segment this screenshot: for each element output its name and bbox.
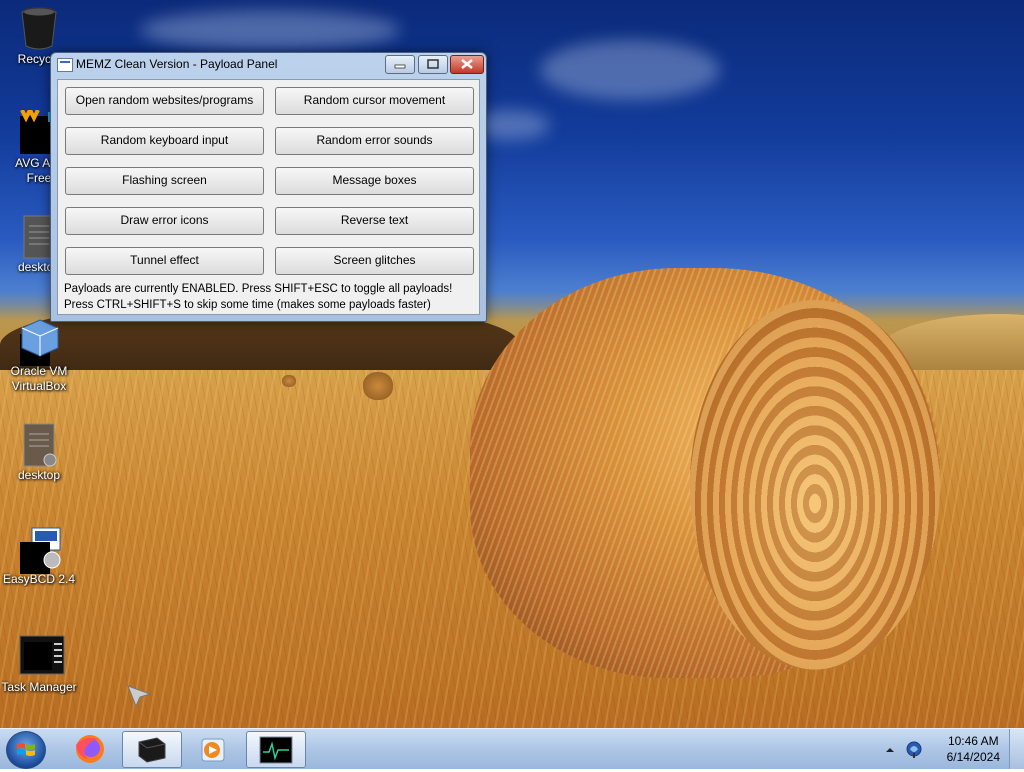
desktop-icon-label: VirtualBox xyxy=(11,379,67,393)
minimize-icon xyxy=(394,64,406,69)
system-tray: 10:46 AM 6/14/2024 xyxy=(884,729,1024,769)
app-icon xyxy=(57,58,73,72)
flashing-screen-button[interactable]: Flashing screen xyxy=(65,167,264,195)
close-icon xyxy=(461,59,473,69)
payload-panel-window[interactable]: MEMZ Clean Version - Payload Panel Open … xyxy=(50,52,487,322)
taskbar-firefox[interactable] xyxy=(64,731,116,766)
taskbar-media-player[interactable] xyxy=(186,731,238,766)
desktop-icon-label: desktop xyxy=(17,468,61,482)
desktop-icon-label: Task Manager xyxy=(1,680,77,694)
hay-bale-face xyxy=(690,300,940,670)
maximize-button[interactable] xyxy=(418,55,448,74)
random-keyboard-input-button[interactable]: Random keyboard input xyxy=(65,127,264,155)
media-player-icon xyxy=(201,738,225,762)
network-status[interactable] xyxy=(904,739,924,764)
windows-logo-icon xyxy=(17,743,35,756)
desktop-icon-easybcd[interactable]: EasyBCD 2.4 xyxy=(0,526,78,587)
window-title: MEMZ Clean Version - Payload Panel xyxy=(76,57,278,71)
taskbar-task-manager[interactable] xyxy=(246,731,306,768)
clock-time: 10:46 AM xyxy=(947,734,999,748)
chevron-up-icon xyxy=(886,748,894,752)
memz-icon xyxy=(138,737,166,763)
minimize-button[interactable] xyxy=(385,55,415,74)
reverse-text-button[interactable]: Reverse text xyxy=(275,207,474,235)
status-text-line-2: Press CTRL+SHIFT+S to skip some time (ma… xyxy=(64,299,431,311)
clock-date: 6/14/2024 xyxy=(946,750,1000,764)
message-boxes-button[interactable]: Message boxes xyxy=(275,167,474,195)
easybcd-icon xyxy=(18,526,61,574)
close-button[interactable] xyxy=(450,55,484,74)
recycle-bin-icon xyxy=(18,6,60,50)
random-cursor-movement-button[interactable]: Random cursor movement xyxy=(275,87,474,115)
draw-error-icons-button[interactable]: Draw error icons xyxy=(65,207,264,235)
desktop-icon-task-manager[interactable]: Task Manager xyxy=(0,634,78,695)
payload-panel-content: Open random websites/programs Random cur… xyxy=(57,79,480,315)
mouse-cursor-icon xyxy=(126,684,152,713)
window-titlebar[interactable]: MEMZ Clean Version - Payload Panel xyxy=(51,53,486,75)
screen-glitches-button[interactable]: Screen glitches xyxy=(275,247,474,275)
distant-hay-bale xyxy=(363,372,393,400)
open-random-websites-button[interactable]: Open random websites/programs xyxy=(65,87,264,115)
firefox-icon xyxy=(76,735,104,763)
distant-hay-bale xyxy=(282,375,296,387)
task-manager-icon xyxy=(18,634,65,676)
clock[interactable]: 10:46 AM 6/14/2024 xyxy=(947,733,1000,765)
cloud xyxy=(540,40,720,100)
virtualbox-icon xyxy=(18,318,60,366)
desktop-icon-virtualbox[interactable]: Oracle VM VirtualBox xyxy=(0,318,78,394)
show-hidden-icons-button[interactable] xyxy=(884,743,896,761)
desktop-icon-desktop-file-2[interactable]: desktop xyxy=(0,422,78,483)
cloud xyxy=(140,10,400,50)
show-desktop-button[interactable] xyxy=(1009,729,1024,769)
maximize-icon xyxy=(427,59,439,69)
network-icon xyxy=(906,741,922,758)
task-manager-icon xyxy=(259,736,293,764)
document-icon xyxy=(18,422,60,467)
taskbar-memz[interactable] xyxy=(122,731,182,768)
status-text-line-1: Payloads are currently ENABLED. Press SH… xyxy=(64,283,453,295)
tunnel-effect-button[interactable]: Tunnel effect xyxy=(65,247,264,275)
taskbar: 10:46 AM 6/14/2024 xyxy=(0,728,1024,769)
random-error-sounds-button[interactable]: Random error sounds xyxy=(275,127,474,155)
start-button[interactable] xyxy=(6,731,46,769)
